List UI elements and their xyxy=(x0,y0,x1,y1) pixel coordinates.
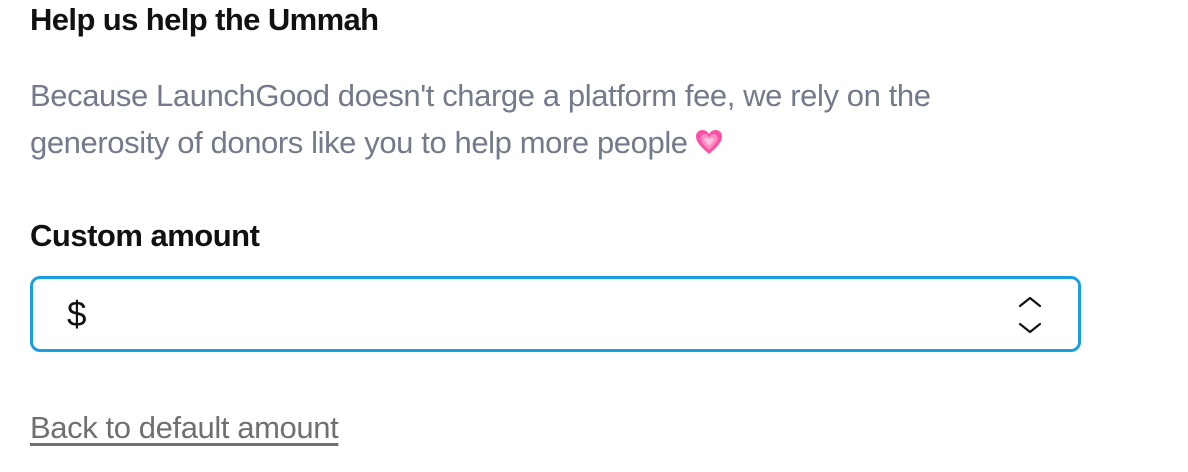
growing-heart-icon xyxy=(694,122,724,169)
section-description: Because LaunchGood doesn't charge a plat… xyxy=(30,72,1050,169)
custom-amount-input[interactable] xyxy=(103,289,1007,341)
section-heading: Help us help the Ummah xyxy=(30,2,379,37)
custom-amount-field[interactable]: $ xyxy=(30,276,1081,352)
amount-stepper[interactable] xyxy=(1018,295,1042,335)
chevron-up-down-icon[interactable] xyxy=(1018,295,1042,335)
description-text: Because LaunchGood doesn't charge a plat… xyxy=(30,78,931,160)
back-to-default-amount-link[interactable]: Back to default amount xyxy=(30,410,339,446)
currency-symbol: $ xyxy=(67,295,87,334)
custom-amount-label: Custom amount xyxy=(30,218,260,253)
